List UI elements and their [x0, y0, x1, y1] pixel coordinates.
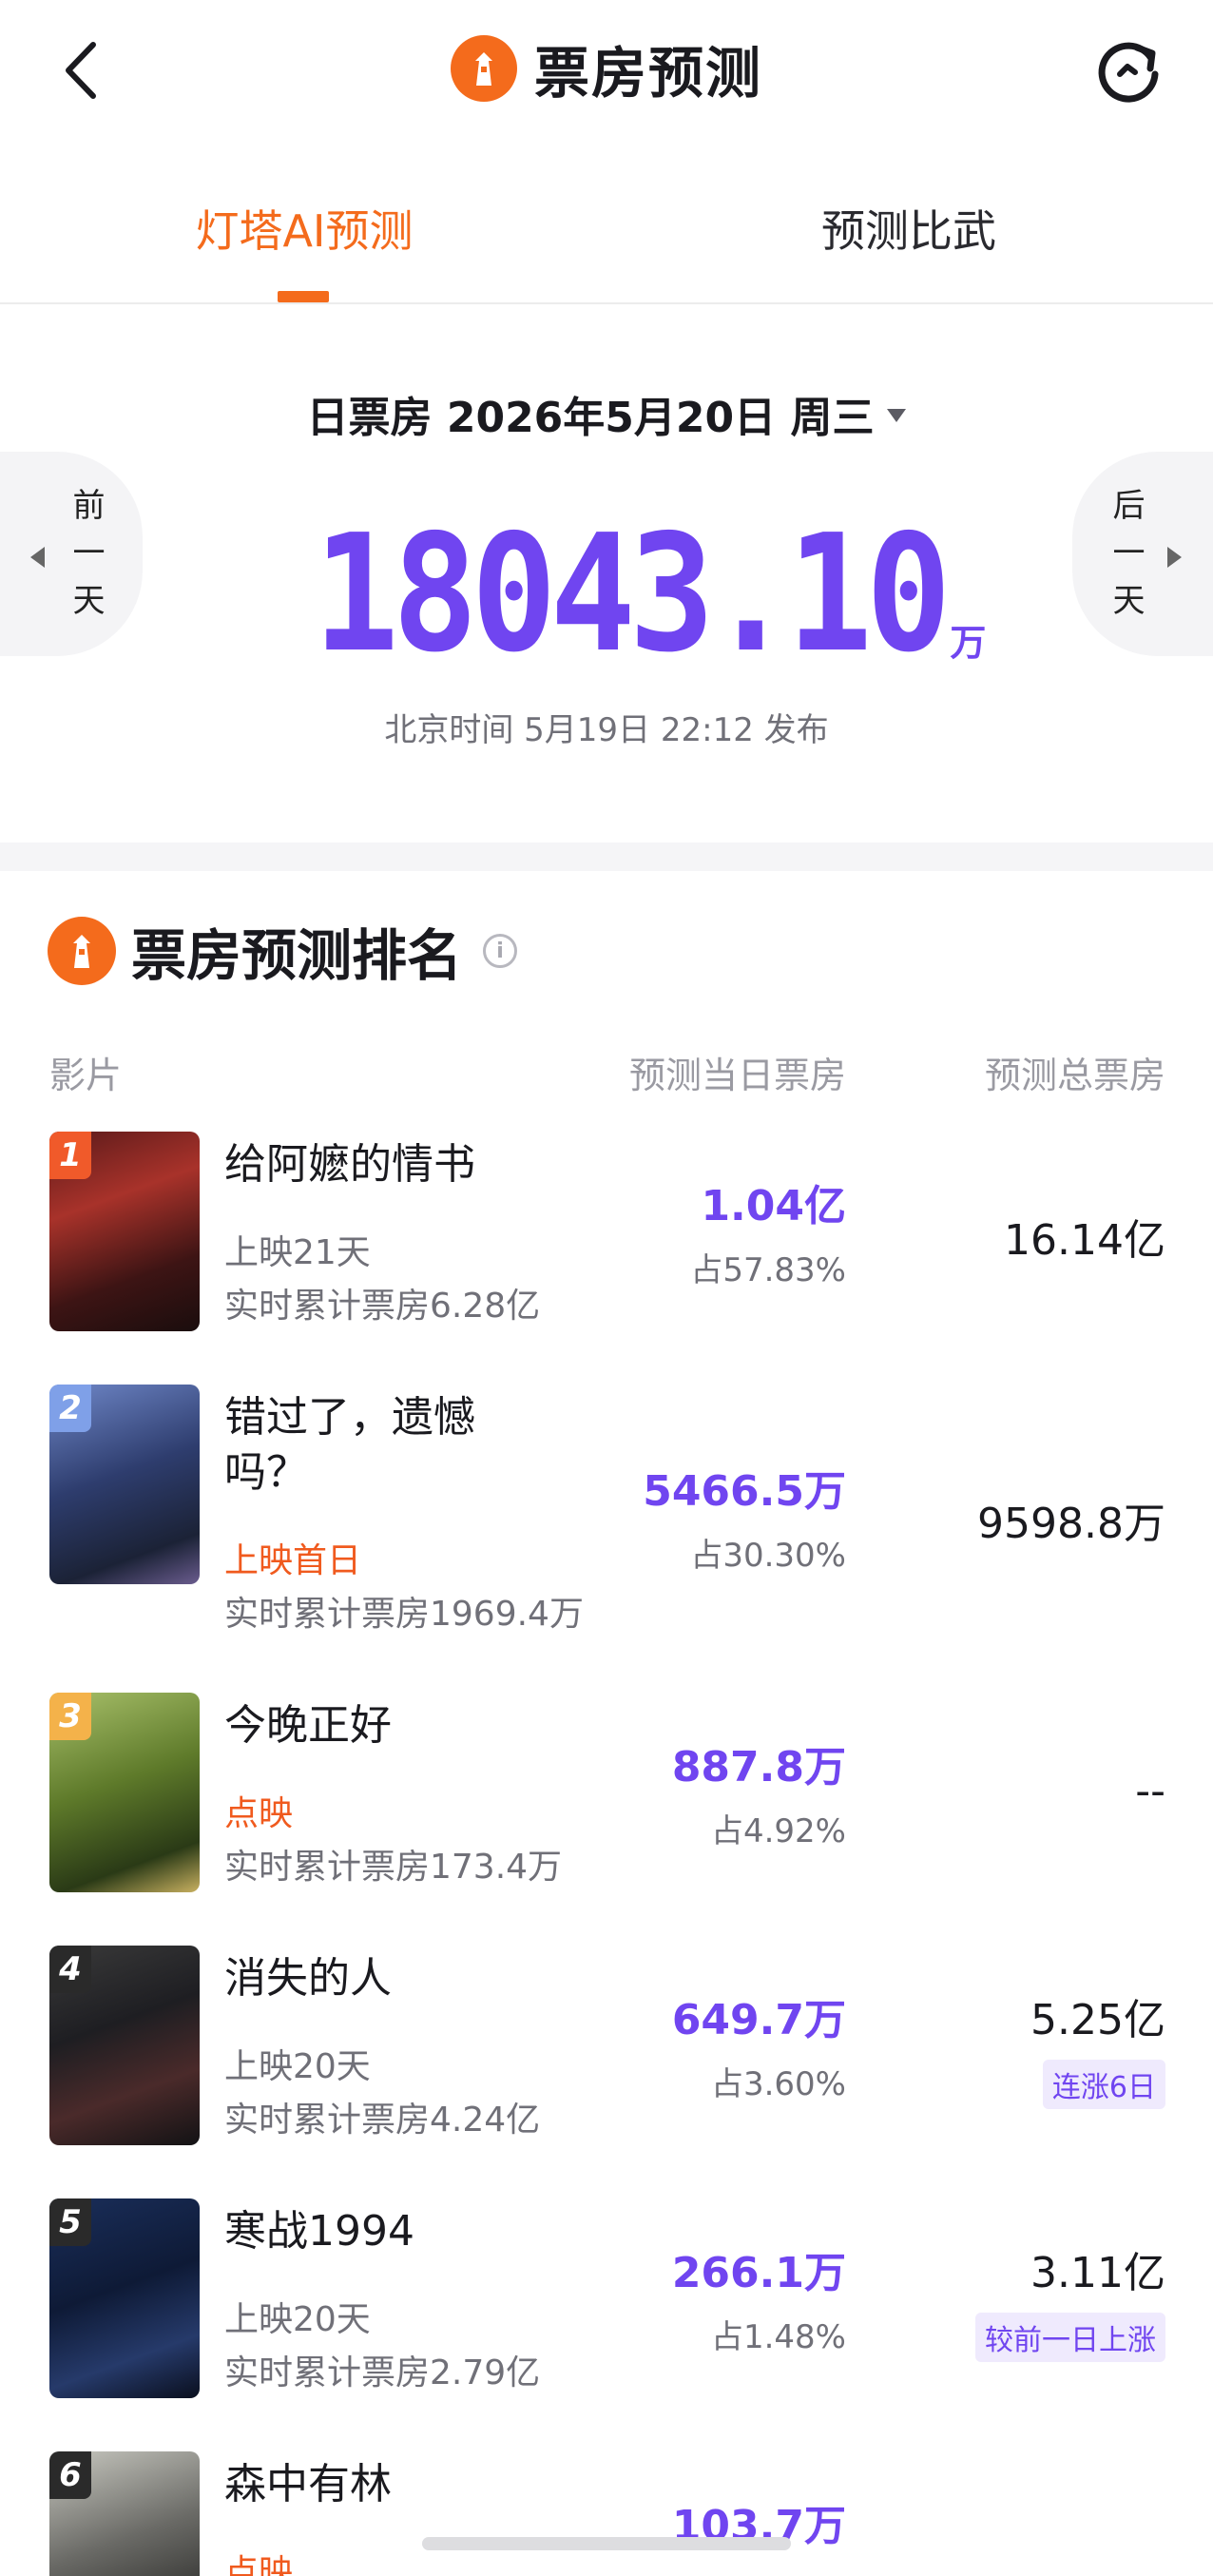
movie-day-box-office: 266.1万 [671, 2249, 846, 2297]
column-day-box-office: 预测当日票房 [628, 1055, 846, 1096]
movie-day-box-office: 5466.5万 [643, 1467, 846, 1516]
page-title: 票房预测 [533, 41, 762, 106]
rank-badge: 2 [49, 1385, 91, 1432]
rank-badge: 6 [49, 2451, 91, 2499]
movie-day-box-office: 649.7万 [671, 1996, 846, 2044]
box-office-unit: 万 [950, 622, 987, 664]
rank-badge: 1 [49, 1132, 91, 1179]
lighthouse-logo-icon [48, 917, 116, 985]
movie-title: 给阿嬷的情书 [224, 1140, 475, 1189]
movie-share: 占57.83% [690, 1251, 846, 1289]
column-film: 影片 [49, 1055, 123, 1096]
movie-row[interactable]: 6 森中有林 点映 103.7万 [0, 2451, 1213, 2576]
movie-share: 占3.60% [710, 2065, 846, 2103]
movie-row[interactable]: 1 给阿嬷的情书 上映21天 实时累计票房6.28亿 1.04亿 占57.83%… [0, 1132, 1213, 1335]
daily-box-office: 18043.10 万 [0, 513, 1213, 675]
movie-share: 占30.30% [690, 1537, 846, 1575]
movie-cumulative: 实时累计票房6.28亿 [224, 1287, 541, 1326]
movie-row[interactable]: 2 错过了，遗憾吗？ 上映首日 实时累计票房1969.4万 5466.5万 占3… [0, 1385, 1213, 1636]
movie-cumulative: 实时累计票房4.24亿 [224, 2101, 541, 2140]
rank-badge: 4 [49, 1946, 91, 1993]
movie-cumulative: 实时累计票房2.79亿 [224, 2353, 541, 2392]
info-icon[interactable]: i [483, 934, 518, 968]
movie-row[interactable]: 5 寒战1994 上映20天 实时累计票房2.79亿 266.1万 占1.48%… [0, 2198, 1213, 2402]
movie-total-box-office: 5.25亿 [1030, 1996, 1165, 2044]
movie-row[interactable]: 4 消失的人 上映20天 实时累计票房4.24亿 649.7万 占3.60% 5… [0, 1946, 1213, 2149]
ranking-title: 票房预测排名 [131, 923, 463, 988]
movie-title: 今晚正好 [224, 1701, 392, 1750]
movie-total-box-office: 16.14亿 [1004, 1216, 1165, 1265]
movie-cumulative: 实时累计票房1969.4万 [224, 1595, 584, 1634]
lighthouse-logo-icon [450, 35, 517, 102]
caret-down-icon [887, 409, 907, 422]
home-indicator[interactable] [422, 2537, 791, 2550]
movie-poster: 3 [49, 1693, 200, 1892]
movie-title: 寒战1994 [224, 2207, 414, 2256]
movie-day-box-office: 887.8万 [671, 1743, 846, 1792]
movie-share: 占4.92% [710, 1812, 846, 1850]
movie-total-box-office: 9598.8万 [977, 1500, 1165, 1548]
movie-poster: 6 [49, 2451, 200, 2576]
movie-status: 上映21天 [224, 1233, 371, 1272]
top-bar: 票房预测 [0, 0, 1213, 143]
movie-status: 点映 [224, 2553, 294, 2576]
tab-forecast-contest[interactable]: 预测比武 [776, 190, 1042, 266]
movie-poster: 5 [49, 2198, 200, 2398]
trend-badge: 连涨6日 [1042, 2060, 1165, 2109]
movie-title: 消失的人 [224, 1954, 392, 2003]
column-total-box-office: 预测总票房 [984, 1055, 1165, 1096]
movie-day-box-office: 1.04亿 [701, 1182, 846, 1230]
movie-total-box-office: -- [1135, 1767, 1165, 1815]
refresh-icon [1098, 42, 1159, 103]
page-title-group: 票房预测 [0, 29, 1213, 108]
movie-status: 点映 [224, 1794, 294, 1833]
rank-badge: 5 [49, 2198, 91, 2246]
movie-title: 错过了，遗憾吗？ [224, 1393, 475, 1497]
movie-cumulative: 实时累计票房173.4万 [224, 1848, 563, 1887]
date-selector[interactable]: 日票房 2026年5月20日 周三 [0, 380, 1213, 447]
movie-total-box-office: 3.11亿 [1030, 2249, 1165, 2297]
trend-badge: 较前一日上涨 [975, 2313, 1165, 2362]
date-label: 日票房 2026年5月20日 周三 [306, 394, 875, 442]
box-office-value: 18043.10 [313, 500, 951, 688]
movie-status: 上映首日 [224, 1541, 362, 1580]
movie-poster: 2 [49, 1385, 200, 1584]
refresh-button[interactable] [1093, 34, 1165, 107]
rank-badge: 3 [49, 1693, 91, 1740]
tab-bar: 灯塔AI预测 预测比武 [0, 162, 1213, 304]
movie-title: 森中有林 [224, 2460, 392, 2508]
movie-poster: 1 [49, 1132, 200, 1331]
tab-ai-forecast[interactable]: 灯塔AI预测 [171, 190, 437, 266]
movie-status: 上映20天 [224, 2300, 371, 2339]
movie-status: 上映20天 [224, 2047, 371, 2086]
column-headers: 影片 预测当日票房 预测总票房 [0, 1046, 1213, 1103]
section-divider [0, 843, 1213, 871]
ranking-header: 票房预测排名 i [48, 908, 518, 994]
movie-share: 占1.48% [710, 2318, 846, 2356]
tab-active-indicator [278, 291, 329, 302]
movie-poster: 4 [49, 1946, 200, 2145]
publish-time: 北京时间 5月19日 22:12 发布 [384, 711, 829, 749]
movie-row[interactable]: 3 今晚正好 点映 实时累计票房173.4万 887.8万 占4.92% -- [0, 1693, 1213, 1896]
